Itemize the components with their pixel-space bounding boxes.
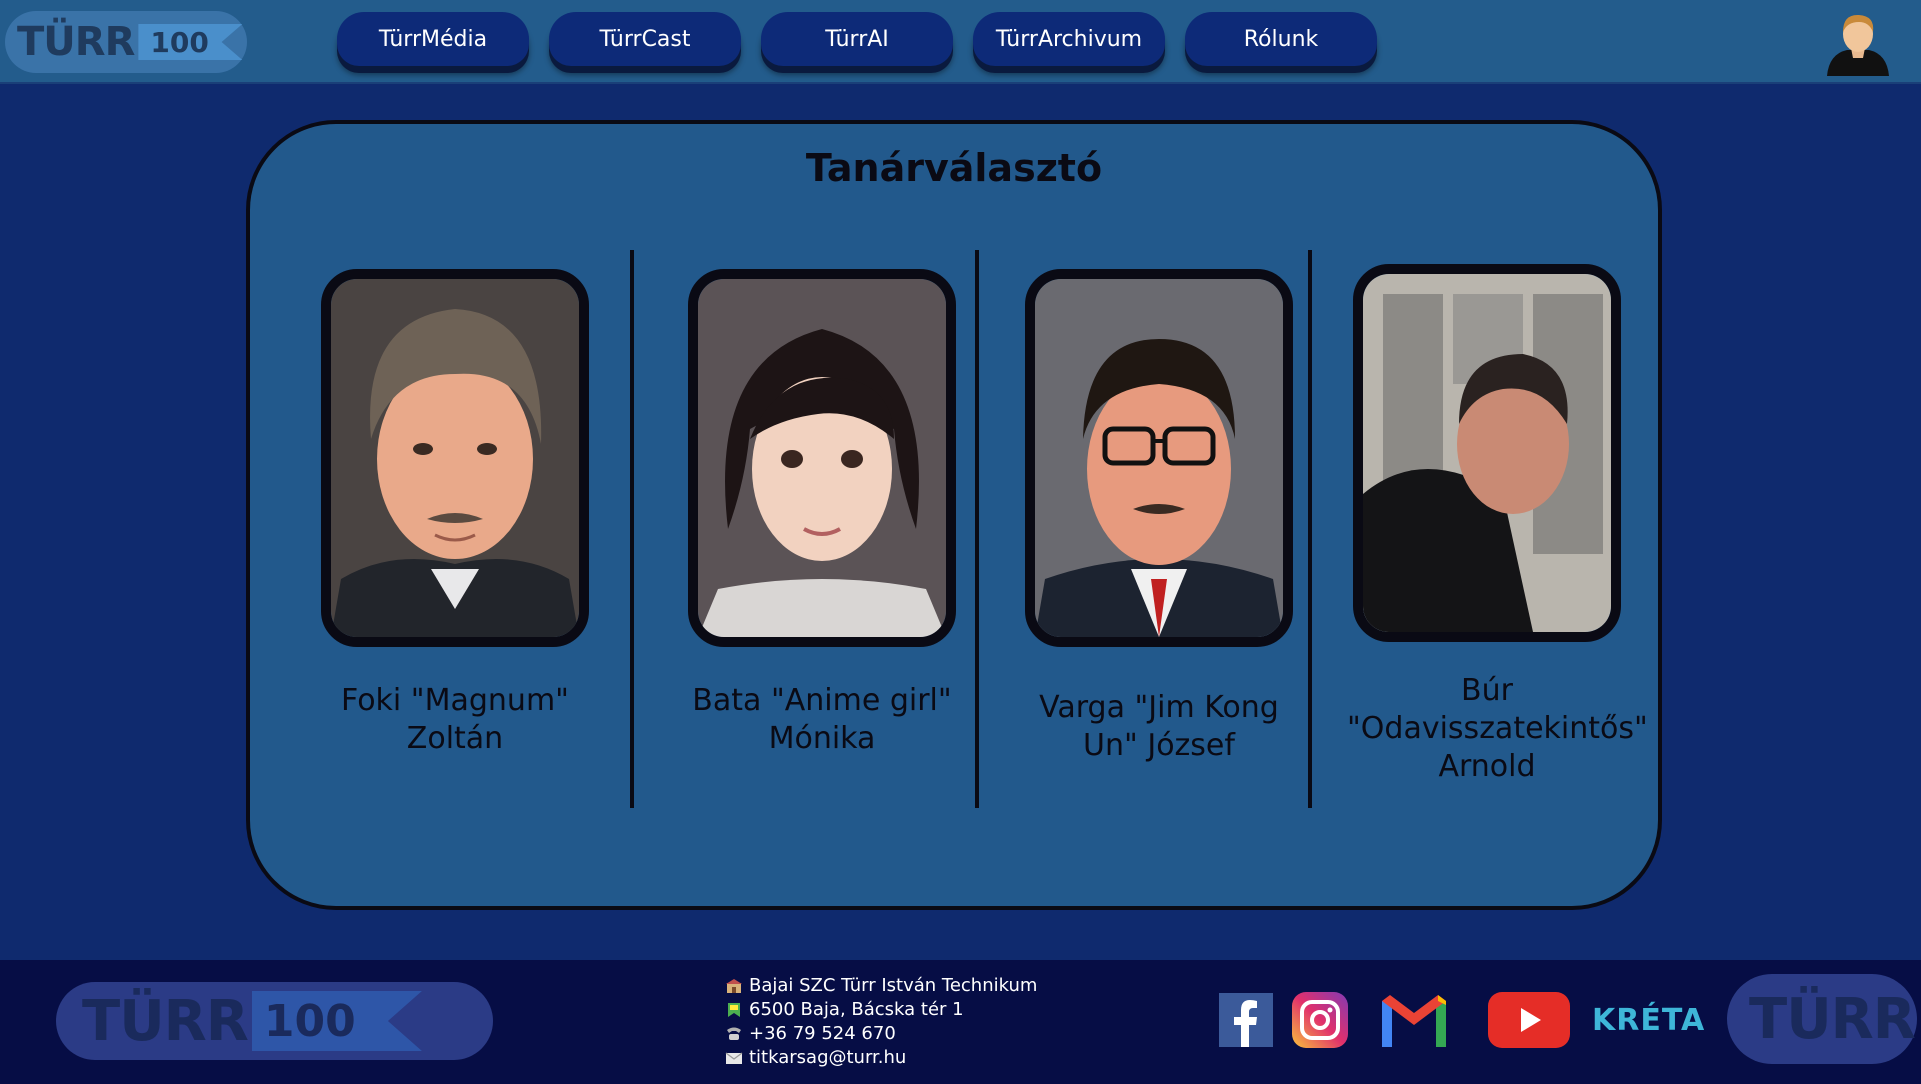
- contact-email-row: titkarsag@turr.hu: [725, 1046, 1037, 1070]
- logo-text: TÜRR: [1749, 986, 1916, 1052]
- footer-turr-logo-right[interactable]: TÜRR: [1727, 974, 1917, 1064]
- contact-phone-row: +36 79 524 670: [725, 1022, 1037, 1046]
- teacher-selector-card: Tanárválasztó Foki "Magnum" Zoltán Bata …: [246, 120, 1662, 910]
- nav-turrarchivum-button[interactable]: TürrArchivum: [973, 12, 1165, 66]
- teacher-name: Búr "Odavisszatekintős" Arnold: [1347, 673, 1648, 784]
- contact-phone[interactable]: +36 79 524 670: [749, 1022, 896, 1046]
- phone-icon: [725, 1025, 743, 1043]
- column-divider: [630, 250, 634, 808]
- nav-turrmedia-button[interactable]: TürrMédia: [337, 12, 529, 66]
- teacher-card[interactable]: Bata "Anime girl" Mónika: [672, 269, 972, 758]
- social-links: KRÉTA: [1219, 990, 1705, 1050]
- turr100-logo[interactable]: TÜRR 100: [5, 11, 247, 73]
- contact-school: Bajai SZC Türr István Technikum: [749, 975, 1038, 996]
- logo-number: 100: [138, 24, 243, 60]
- page-title: Tanárválasztó: [805, 146, 1103, 190]
- teacher-card[interactable]: Búr "Odavisszatekintős" Arnold: [1337, 264, 1648, 786]
- teacher-name: Foki "Magnum" Zoltán: [341, 683, 569, 756]
- teacher-portrait[interactable]: [1353, 264, 1621, 642]
- nav-rolunk-button[interactable]: Rólunk: [1185, 12, 1377, 66]
- column-divider: [975, 250, 979, 808]
- school-icon: [725, 977, 743, 995]
- teacher-name: Bata "Anime girl" Mónika: [692, 683, 952, 756]
- footer: TÜRR 100 Bajai SZC Türr István Technikum…: [0, 960, 1921, 1084]
- youtube-icon[interactable]: [1488, 992, 1570, 1048]
- nav-turrcast-button[interactable]: TürrCast: [549, 12, 741, 66]
- contact-school-row: Bajai SZC Türr István Technikum: [725, 974, 1037, 998]
- gmail-icon[interactable]: [1378, 991, 1450, 1049]
- kreta-link[interactable]: KRÉTA: [1592, 1003, 1705, 1038]
- facebook-icon[interactable]: [1219, 993, 1273, 1047]
- teacher-portrait[interactable]: [1025, 269, 1293, 647]
- user-avatar-icon[interactable]: [1823, 10, 1893, 76]
- footer-turr100-logo[interactable]: TÜRR 100: [56, 982, 493, 1060]
- contact-email[interactable]: titkarsag@turr.hu: [749, 1046, 906, 1070]
- instagram-icon[interactable]: [1292, 992, 1348, 1048]
- top-header: TÜRR 100 TürrMédia TürrCast TürrAI TürrA…: [0, 0, 1921, 84]
- nav-turrai-button[interactable]: TürrAI: [761, 12, 953, 66]
- contact-address: 6500 Baja, Bácska tér 1: [749, 999, 964, 1020]
- teacher-card[interactable]: Foki "Magnum" Zoltán: [305, 269, 605, 758]
- logo-number: 100: [251, 991, 422, 1051]
- mail-icon: [725, 1049, 743, 1067]
- teacher-portrait[interactable]: [688, 269, 956, 647]
- logo-text: TÜRR: [82, 988, 249, 1054]
- teacher-name: Varga "Jim Kong Un" József: [1039, 690, 1279, 763]
- teacher-portrait[interactable]: [321, 269, 589, 647]
- map-pin-icon: [725, 1001, 743, 1019]
- contact-address-row: 6500 Baja, Bácska tér 1: [725, 998, 1037, 1022]
- teacher-card[interactable]: Varga "Jim Kong Un" József: [1009, 269, 1309, 765]
- logo-text: TÜRR: [17, 19, 135, 65]
- contact-info: Bajai SZC Türr István Technikum 6500 Baj…: [725, 974, 1037, 1070]
- main-nav: TürrMédia TürrCast TürrAI TürrArchivum R…: [337, 12, 1377, 66]
